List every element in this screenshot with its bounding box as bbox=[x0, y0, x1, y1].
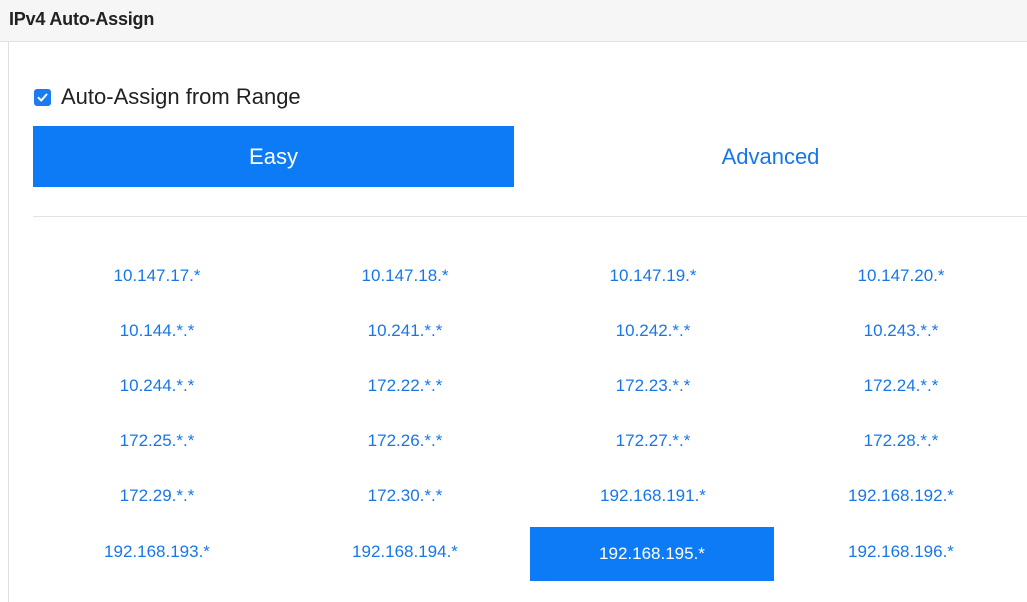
range-option[interactable]: 10.241.*.* bbox=[281, 304, 529, 358]
section-header: IPv4 Auto-Assign bbox=[0, 0, 1027, 42]
auto-assign-option[interactable]: Auto-Assign from Range bbox=[34, 84, 301, 110]
auto-assign-label[interactable]: Auto-Assign from Range bbox=[61, 84, 301, 110]
checkmark-icon bbox=[37, 93, 48, 101]
range-option[interactable]: 172.29.*.* bbox=[33, 469, 281, 523]
range-option[interactable]: 172.23.*.* bbox=[529, 359, 777, 413]
tab-easy[interactable]: Easy bbox=[33, 126, 514, 187]
range-option[interactable]: 192.168.192.* bbox=[777, 469, 1025, 523]
range-option[interactable]: 10.147.17.* bbox=[33, 249, 281, 303]
range-option[interactable]: 10.244.*.* bbox=[33, 359, 281, 413]
auto-assign-checkbox[interactable] bbox=[34, 88, 51, 106]
range-option[interactable]: 172.27.*.* bbox=[529, 414, 777, 468]
divider bbox=[33, 216, 1027, 217]
range-option-selected[interactable]: 192.168.195.* bbox=[530, 527, 774, 581]
range-option[interactable]: 172.28.*.* bbox=[777, 414, 1025, 468]
range-option[interactable]: 10.147.20.* bbox=[777, 249, 1025, 303]
section-title: IPv4 Auto-Assign bbox=[9, 9, 155, 29]
range-option[interactable]: 10.243.*.* bbox=[777, 304, 1025, 358]
range-option[interactable]: 172.25.*.* bbox=[33, 414, 281, 468]
range-option[interactable]: 172.24.*.* bbox=[777, 359, 1025, 413]
range-option[interactable]: 192.168.196.* bbox=[777, 525, 1025, 579]
range-option[interactable]: 192.168.193.* bbox=[33, 525, 281, 579]
range-option[interactable]: 10.147.18.* bbox=[281, 249, 529, 303]
range-option[interactable]: 192.168.191.* bbox=[529, 469, 777, 523]
range-option[interactable]: 10.242.*.* bbox=[529, 304, 777, 358]
range-option[interactable]: 10.144.*.* bbox=[33, 304, 281, 358]
range-option[interactable]: 10.147.19.* bbox=[529, 249, 777, 303]
range-option[interactable]: 172.22.*.* bbox=[281, 359, 529, 413]
range-option[interactable]: 192.168.194.* bbox=[281, 525, 529, 579]
tab-advanced[interactable]: Advanced bbox=[514, 126, 1027, 187]
range-option[interactable]: 172.30.*.* bbox=[281, 469, 529, 523]
range-option[interactable]: 172.26.*.* bbox=[281, 414, 529, 468]
